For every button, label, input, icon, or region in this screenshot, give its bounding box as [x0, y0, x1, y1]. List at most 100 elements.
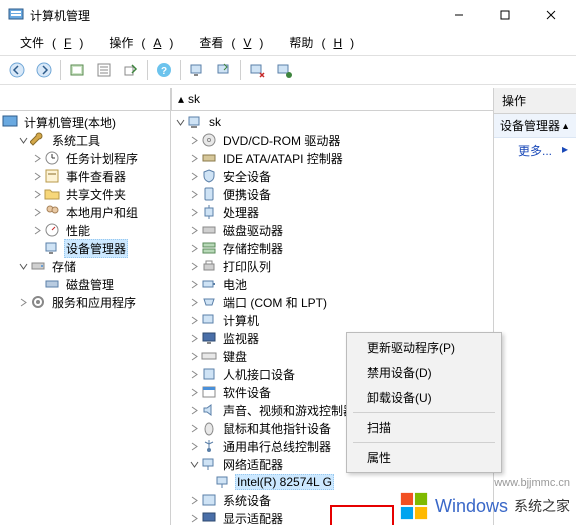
tree-disk[interactable]: 磁盘管理 — [0, 275, 170, 293]
forward-button[interactable] — [31, 57, 57, 83]
dev-dvd[interactable]: DVD/CD-ROM 驱动器 — [171, 131, 493, 149]
dev-cpu[interactable]: 处理器 — [171, 203, 493, 221]
dev-battery[interactable]: 电池 — [171, 275, 493, 293]
usb-icon — [201, 438, 217, 454]
storagectrl-icon — [201, 240, 217, 256]
chevron-right-icon[interactable] — [187, 439, 201, 453]
scan-button[interactable] — [184, 57, 210, 83]
chevron-right-icon[interactable] — [187, 421, 201, 435]
refresh-button[interactable] — [211, 57, 237, 83]
ctx-uninstall[interactable]: 卸载设备(U) — [349, 385, 499, 410]
tree-storage[interactable]: 存储 — [0, 257, 170, 275]
chevron-right-icon[interactable] — [187, 223, 201, 237]
chevron-right-icon[interactable] — [187, 169, 201, 183]
menu-bar: 文件(F) 操作(A) 查看(V) 帮助(H) — [0, 30, 576, 55]
ctx-update-driver[interactable]: 更新驱动程序(P) — [349, 335, 499, 360]
tree-services[interactable]: 服务和应用程序 — [0, 293, 170, 311]
chevron-right-icon[interactable] — [187, 295, 201, 309]
context-menu: 更新驱动程序(P) 禁用设备(D) 卸载设备(U) 扫描 属性 — [346, 332, 502, 473]
properties-button[interactable] — [91, 57, 117, 83]
dev-printq[interactable]: 打印队列 — [171, 257, 493, 275]
chevron-right-icon[interactable] — [30, 187, 44, 201]
chevron-right-icon[interactable] — [30, 205, 44, 219]
chevron-right-icon[interactable] — [187, 187, 201, 201]
enable-button[interactable] — [271, 57, 297, 83]
chevron-right-icon[interactable] — [187, 331, 201, 345]
portable-icon — [201, 186, 217, 202]
chevron-right-icon[interactable] — [187, 367, 201, 381]
svg-text:?: ? — [161, 66, 167, 77]
monitor-icon — [201, 330, 217, 346]
chevron-right-icon[interactable] — [187, 403, 201, 417]
minimize-button[interactable] — [436, 0, 482, 30]
chevron-right-icon[interactable] — [187, 493, 201, 507]
dev-computer[interactable]: 计算机 — [171, 311, 493, 329]
left-header — [0, 88, 170, 111]
chevron-down-icon[interactable] — [187, 457, 201, 471]
disable-button[interactable] — [244, 57, 270, 83]
event-icon — [44, 168, 60, 184]
tree-event[interactable]: 事件查看器 — [0, 167, 170, 185]
devmgr-icon — [44, 240, 60, 256]
menu-help[interactable]: 帮助(H) — [273, 32, 362, 53]
dev-security[interactable]: 安全设备 — [171, 167, 493, 185]
close-button[interactable] — [528, 0, 574, 30]
ctx-disable[interactable]: 禁用设备(D) — [349, 360, 499, 385]
ctx-properties[interactable]: 属性 — [349, 445, 499, 470]
back-button[interactable] — [4, 57, 30, 83]
maximize-button[interactable] — [482, 0, 528, 30]
action-more[interactable]: 更多... ▸ — [494, 138, 576, 163]
chevron-right-icon[interactable] — [187, 385, 201, 399]
chevron-right-icon[interactable] — [187, 277, 201, 291]
chevron-right-icon[interactable] — [30, 223, 44, 237]
ide-icon — [201, 150, 217, 166]
chevron-right-icon[interactable] — [187, 205, 201, 219]
chevron-down-icon[interactable] — [173, 115, 187, 129]
chevron-right-icon[interactable] — [187, 241, 201, 255]
menu-file[interactable]: 文件(F) — [4, 32, 91, 53]
computer-mgmt-icon — [2, 114, 18, 130]
app-icon — [8, 7, 24, 23]
help-button[interactable]: ? — [151, 57, 177, 83]
tree-share[interactable]: 共享文件夹 — [0, 185, 170, 203]
chevron-down-icon[interactable] — [16, 133, 30, 147]
tree-task[interactable]: 任务计划程序 — [0, 149, 170, 167]
chevron-right-icon[interactable] — [16, 295, 30, 309]
export-button[interactable] — [118, 57, 144, 83]
chevron-right-icon[interactable] — [187, 259, 201, 273]
dev-nic[interactable]: Intel(R) 82574L G — [171, 473, 493, 491]
dev-ports[interactable]: 端口 (COM 和 LPT) — [171, 293, 493, 311]
perf-icon — [44, 222, 60, 238]
printer-icon — [201, 258, 217, 274]
dev-diskdrv[interactable]: 磁盘驱动器 — [171, 221, 493, 239]
tree-users[interactable]: 本地用户和组 — [0, 203, 170, 221]
tree-systools[interactable]: 系统工具 — [0, 131, 170, 149]
up-button[interactable] — [64, 57, 90, 83]
disk-icon — [201, 222, 217, 238]
chevron-right-icon[interactable] — [187, 511, 201, 525]
chevron-right-icon[interactable] — [30, 151, 44, 165]
action-group[interactable]: 设备管理器▲ — [494, 114, 576, 138]
speaker-icon — [201, 402, 217, 418]
disk-icon — [44, 276, 60, 292]
dvd-icon — [201, 132, 217, 148]
chevron-right-icon[interactable] — [187, 133, 201, 147]
menu-action[interactable]: 操作(A) — [93, 32, 181, 53]
chevron-right-icon[interactable] — [30, 169, 44, 183]
chevron-right-icon[interactable] — [187, 313, 201, 327]
tree-devmgr[interactable]: 设备管理器 — [0, 239, 170, 257]
menu-view[interactable]: 查看(V) — [183, 32, 271, 53]
watermark-url: www.bjjmmc.cn — [494, 477, 570, 489]
dev-ide[interactable]: IDE ATA/ATAPI 控制器 — [171, 149, 493, 167]
device-root[interactable]: sk — [171, 113, 493, 131]
tree-root[interactable]: 计算机管理(本地) — [0, 113, 170, 131]
chevron-right-icon[interactable] — [187, 349, 201, 363]
display-icon — [201, 510, 217, 525]
tree-perf[interactable]: 性能 — [0, 221, 170, 239]
dev-portable[interactable]: 便携设备 — [171, 185, 493, 203]
chevron-right-icon[interactable] — [187, 151, 201, 165]
watermark-text2: 系统之家 — [514, 496, 570, 516]
ctx-scan[interactable]: 扫描 — [349, 415, 499, 440]
dev-storagectrl[interactable]: 存储控制器 — [171, 239, 493, 257]
chevron-down-icon[interactable] — [16, 259, 30, 273]
